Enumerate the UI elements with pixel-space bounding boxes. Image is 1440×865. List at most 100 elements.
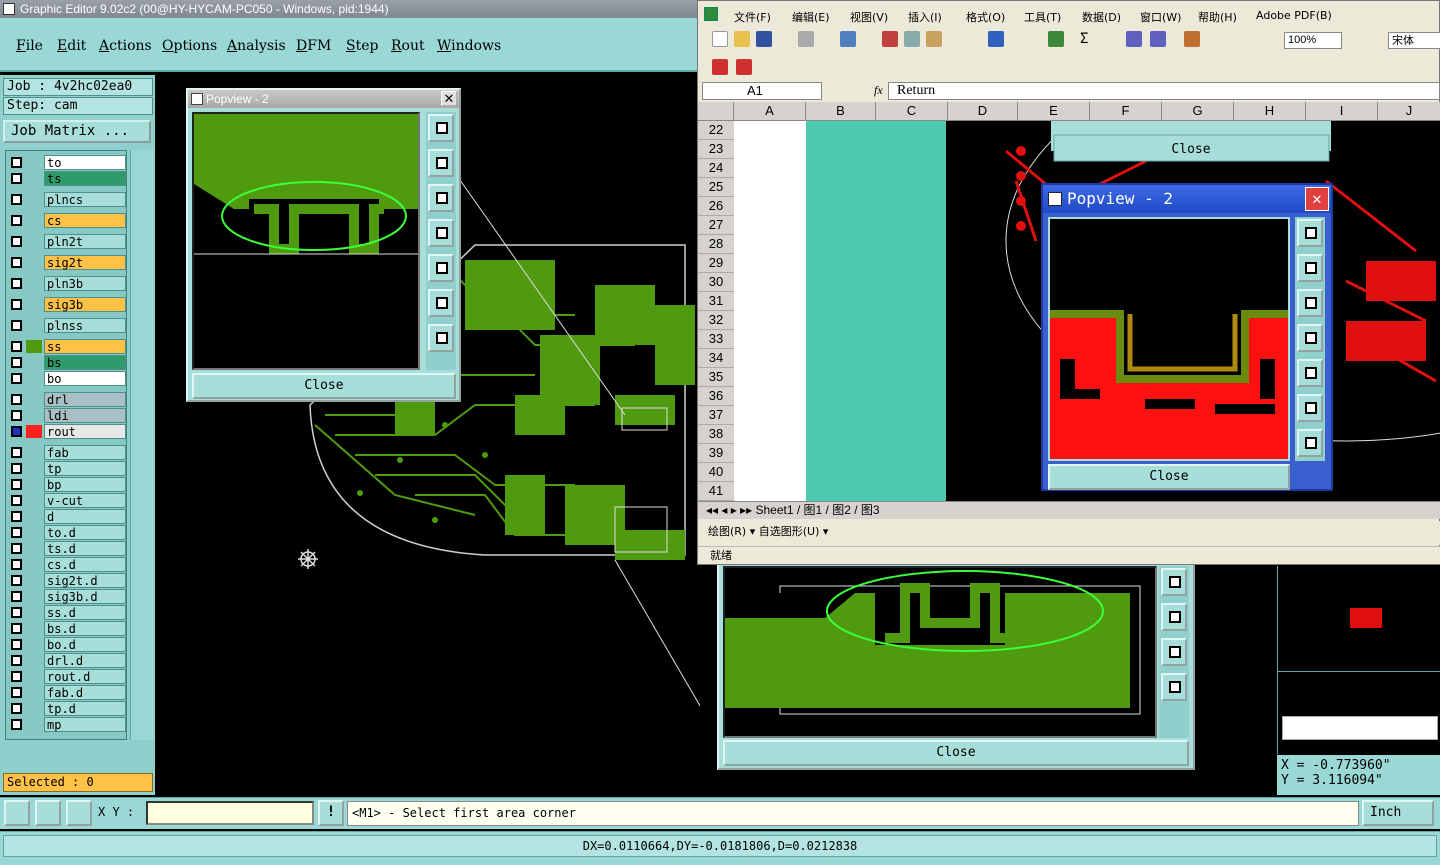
snap-grid-icon[interactable] (66, 800, 92, 826)
pan-down-icon[interactable] (1297, 289, 1323, 317)
menu-analysis[interactable]: Analysis (227, 38, 286, 54)
layer-name[interactable]: cs.d (44, 557, 126, 572)
layer-name[interactable]: mp (44, 717, 126, 732)
column-a-cells[interactable] (734, 121, 806, 501)
pan-right-icon[interactable] (1297, 359, 1323, 387)
pan-right-icon[interactable] (1161, 603, 1187, 631)
layer-row[interactable]: sig3b (8, 297, 126, 312)
ime-toolbar[interactable] (1282, 716, 1438, 740)
layer-checkbox[interactable] (11, 341, 22, 352)
layer-checkbox[interactable] (11, 236, 22, 247)
layer-name[interactable]: ldi (44, 408, 126, 423)
pan-left-icon[interactable] (1161, 568, 1187, 596)
drawing-toolbar[interactable]: 绘图(R) ▾ 自选图形(U) ▾ (698, 521, 1440, 545)
column-header[interactable]: I (1306, 102, 1378, 121)
pan-left-icon[interactable] (428, 219, 454, 247)
layer-name[interactable]: pln2t (44, 234, 126, 249)
layer-name[interactable]: plnss (44, 318, 126, 333)
column-header[interactable]: D (948, 102, 1018, 121)
layer-name[interactable]: fab.d (44, 685, 126, 700)
layer-checkbox[interactable] (11, 257, 22, 268)
row-header[interactable]: 24 (698, 159, 734, 178)
popview-1-titlebar[interactable]: Popview - 2 ✕ (188, 90, 459, 108)
layer-row[interactable]: sig3b.d (8, 589, 126, 604)
layer-row[interactable]: drl (8, 392, 126, 407)
layer-checkbox[interactable] (11, 591, 22, 602)
pan-down-icon[interactable] (428, 184, 454, 212)
layer-checkbox[interactable] (11, 426, 22, 437)
layer-checkbox[interactable] (11, 719, 22, 730)
layer-checkbox[interactable] (11, 607, 22, 618)
popview-2-titlebar[interactable]: Popview - 2 ✕ (1043, 185, 1331, 213)
layer-name[interactable]: bp (44, 477, 126, 492)
excel-menu-format[interactable]: 格式(O) (966, 9, 1005, 25)
row-header[interactable]: 32 (698, 311, 734, 330)
row-header[interactable]: 27 (698, 216, 734, 235)
row-header[interactable]: 34 (698, 349, 734, 368)
layer-name[interactable]: pln3b (44, 276, 126, 291)
column-header[interactable]: H (1234, 102, 1306, 121)
column-header[interactable]: C (876, 102, 948, 121)
excel-menu-file[interactable]: 文件(F) (734, 9, 771, 25)
sheet-tabs[interactable]: ◂◂ ◂ ▸ ▸▸ Sheet1 / 图1 / 图2 / 图3 (698, 501, 1440, 519)
layer-row[interactable]: bs (8, 355, 126, 370)
popview-3-view[interactable] (723, 566, 1157, 738)
layer-checkbox[interactable] (11, 543, 22, 554)
layer-name[interactable]: cs (44, 213, 126, 228)
menu-dfm[interactable]: DFM (296, 38, 331, 54)
zoom-select[interactable]: 100% (1284, 32, 1342, 49)
layer-row[interactable]: fab (8, 445, 126, 460)
layer-row[interactable]: to (8, 155, 126, 170)
pan-left-icon[interactable] (1297, 324, 1323, 352)
column-bc-cells[interactable] (806, 121, 946, 501)
layer-name[interactable]: ss (44, 339, 126, 354)
excel-menu-window[interactable]: 窗口(W) (1140, 9, 1181, 25)
overview-panel[interactable] (1277, 566, 1440, 754)
layer-row[interactable]: to.d (8, 525, 126, 540)
layer-name[interactable]: tp (44, 461, 126, 476)
column-header[interactable]: A (734, 102, 806, 121)
layer-checkbox[interactable] (11, 463, 22, 474)
popview-4-close-button[interactable]: Close (1171, 142, 1210, 157)
formula-bar[interactable]: Return (888, 82, 1440, 100)
sort-asc-icon[interactable] (1126, 31, 1142, 47)
excel-menu-tools[interactable]: 工具(T) (1024, 9, 1061, 25)
layer-row[interactable]: plnss (8, 318, 126, 333)
cut-icon[interactable] (882, 31, 898, 47)
layer-checkbox[interactable] (11, 278, 22, 289)
layer-list-scrollbar[interactable] (130, 150, 154, 740)
xy-input[interactable] (146, 801, 314, 825)
copy-icon[interactable] (904, 31, 920, 47)
layer-name[interactable]: bs.d (44, 621, 126, 636)
layer-row[interactable]: ts.d (8, 541, 126, 556)
menu-rout[interactable]: Rout (391, 38, 425, 54)
layer-checkbox[interactable] (11, 671, 22, 682)
name-box[interactable]: A1 (702, 82, 822, 100)
layer-row[interactable]: sig2t.d (8, 573, 126, 588)
row-header[interactable]: 30 (698, 273, 734, 292)
zoom-in-icon[interactable] (1297, 394, 1323, 422)
layer-checkbox[interactable] (11, 299, 22, 310)
layer-checkbox[interactable] (11, 703, 22, 714)
layer-row[interactable]: bp (8, 477, 126, 492)
layer-row[interactable]: rout (8, 424, 126, 439)
layer-name[interactable]: sig3b (44, 297, 126, 312)
layer-row[interactable]: tp (8, 461, 126, 476)
print-icon[interactable] (798, 31, 814, 47)
layer-row[interactable]: cs.d (8, 557, 126, 572)
layer-name[interactable]: ts (44, 171, 126, 186)
layer-row[interactable]: mp (8, 717, 126, 732)
column-header[interactable]: E (1018, 102, 1090, 121)
zoom-out-icon[interactable] (428, 324, 454, 352)
layer-name[interactable]: v-cut (44, 493, 126, 508)
column-header[interactable]: F (1090, 102, 1162, 121)
layer-name[interactable]: bo (44, 371, 126, 386)
layer-row[interactable]: ldi (8, 408, 126, 423)
layer-row[interactable]: cs (8, 213, 126, 228)
excel-menu-adobe[interactable]: Adobe PDF(B) (1256, 9, 1332, 22)
row-header[interactable]: 38 (698, 425, 734, 444)
layer-checkbox[interactable] (11, 194, 22, 205)
layer-name[interactable]: rout.d (44, 669, 126, 684)
layer-checkbox[interactable] (11, 173, 22, 184)
zoom-in-icon[interactable] (428, 289, 454, 317)
